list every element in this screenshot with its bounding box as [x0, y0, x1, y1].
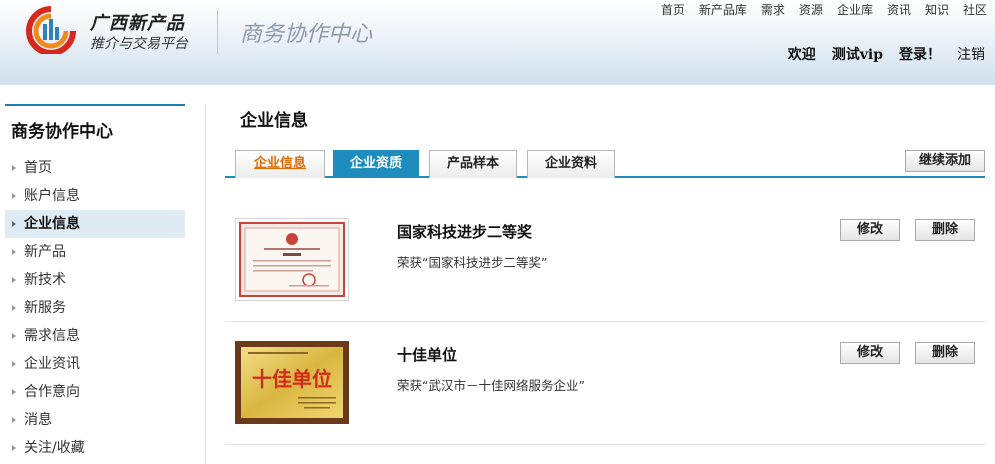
- nav-community[interactable]: 社区: [963, 1, 987, 18]
- sidebar-item-messages[interactable]: 消息: [5, 406, 185, 434]
- sidebar-item-new-tech[interactable]: 新技术: [5, 266, 185, 294]
- caret-right-icon: [12, 333, 16, 339]
- tab-company-info[interactable]: 企业信息: [235, 150, 325, 178]
- caret-right-icon: [12, 249, 16, 255]
- item-description: 荣获“武汉市－十佳网络服务企业”: [397, 378, 585, 393]
- item-title: 国家科技进步二等奖: [397, 223, 533, 241]
- brand-name: 广西新产品: [90, 13, 185, 34]
- sidebar-item-label: 需求信息: [24, 328, 80, 344]
- nav-new-products[interactable]: 新产品库: [699, 1, 747, 18]
- plaque-thumbnail[interactable]: 十佳单位: [235, 341, 349, 424]
- sidebar-item-company-info[interactable]: 企业信息: [5, 210, 185, 238]
- nav-enterprises[interactable]: 企业库: [837, 1, 873, 18]
- header-divider: [217, 10, 218, 54]
- nav-demand[interactable]: 需求: [761, 1, 785, 18]
- brand-subtitle: 推介与交易平台: [90, 36, 188, 52]
- sidebar-item-label: 合作意向: [24, 384, 80, 400]
- caret-right-icon: [12, 389, 16, 395]
- page-title: 企业信息: [240, 111, 308, 131]
- sidebar-item-favorites[interactable]: 关注/收藏: [5, 434, 185, 462]
- edit-button[interactable]: 修改: [840, 342, 900, 364]
- sidebar-item-label: 新产品: [24, 244, 66, 260]
- sidebar-item-label: 账户信息: [24, 188, 80, 204]
- tab-qualifications[interactable]: 企业资质: [333, 150, 419, 178]
- certificate-thumbnail[interactable]: [235, 218, 349, 301]
- content-divider: [205, 104, 206, 464]
- tab-company-documents[interactable]: 企业资料: [527, 150, 615, 178]
- caret-right-icon: [12, 417, 16, 423]
- sidebar-item-account[interactable]: 账户信息: [5, 182, 185, 210]
- caret-right-icon: [12, 221, 16, 227]
- site-header: 广西新产品 推介与交易平台 商务协作中心 首页 新产品库 需求 资源 企业库 资…: [0, 0, 995, 85]
- nav-news[interactable]: 资讯: [887, 1, 911, 18]
- sidebar-item-label: 企业信息: [24, 216, 80, 232]
- caret-right-icon: [12, 193, 16, 199]
- delete-button[interactable]: 删除: [915, 342, 975, 364]
- top-nav: 首页 新产品库 需求 资源 企业库 资讯 知识 社区: [661, 1, 987, 18]
- item-title: 十佳单位: [397, 346, 458, 364]
- sidebar-item-label: 新技术: [24, 272, 66, 288]
- sidebar-item-home[interactable]: 首页: [5, 154, 185, 182]
- tab-product-samples[interactable]: 产品样本: [429, 150, 517, 178]
- caret-right-icon: [12, 277, 16, 283]
- nav-resources[interactable]: 资源: [799, 1, 823, 18]
- caret-right-icon: [12, 361, 16, 367]
- caret-right-icon: [12, 445, 16, 451]
- list-item: 国家科技进步二等奖 荣获“国家科技进步二等奖” 修改 删除: [225, 200, 985, 322]
- edit-button[interactable]: 修改: [840, 219, 900, 241]
- sidebar-item-demand[interactable]: 需求信息: [5, 322, 185, 350]
- sidebar-item-label: 新服务: [24, 300, 66, 316]
- sidebar-title: 商务协作中心: [11, 122, 113, 142]
- sidebar: 商务协作中心 首页 账户信息 企业信息 新产品 新技术 新服务 需求信息 企业资…: [5, 104, 185, 462]
- sidebar-item-label: 关注/收藏: [24, 440, 85, 456]
- add-more-button[interactable]: 继续添加: [905, 150, 985, 172]
- sidebar-item-label: 首页: [24, 160, 52, 176]
- user-bar: 欢迎 测试vip 登录！ 注销: [788, 44, 985, 64]
- sidebar-item-company-news[interactable]: 企业资讯: [5, 350, 185, 378]
- login-link[interactable]: 登录！: [899, 44, 941, 64]
- sidebar-item-label: 企业资讯: [24, 356, 80, 372]
- sidebar-item-cooperation[interactable]: 合作意向: [5, 378, 185, 406]
- welcome-text: 欢迎: [787, 47, 816, 63]
- tab-bar: 企业信息 企业资质 产品样本 企业资料: [225, 148, 985, 178]
- delete-button[interactable]: 删除: [915, 219, 975, 241]
- logout-link[interactable]: 注销: [957, 44, 985, 64]
- site-logo-icon[interactable]: [26, 6, 76, 56]
- nav-knowledge[interactable]: 知识: [925, 1, 949, 18]
- plaque-text: 十佳单位: [252, 367, 332, 391]
- list-item: 十佳单位 十佳单位 荣获“武汉市－十佳网络服务企业” 修改 删除: [225, 323, 985, 445]
- sidebar-item-label: 消息: [24, 412, 52, 428]
- sidebar-item-new-service[interactable]: 新服务: [5, 294, 185, 322]
- item-description: 荣获“国家科技进步二等奖”: [397, 255, 548, 270]
- section-title: 商务协作中心: [240, 22, 373, 47]
- caret-right-icon: [12, 305, 16, 311]
- username-link[interactable]: 测试vip: [832, 44, 883, 64]
- nav-home[interactable]: 首页: [661, 1, 685, 18]
- sidebar-item-new-product[interactable]: 新产品: [5, 238, 185, 266]
- caret-right-icon: [12, 165, 16, 171]
